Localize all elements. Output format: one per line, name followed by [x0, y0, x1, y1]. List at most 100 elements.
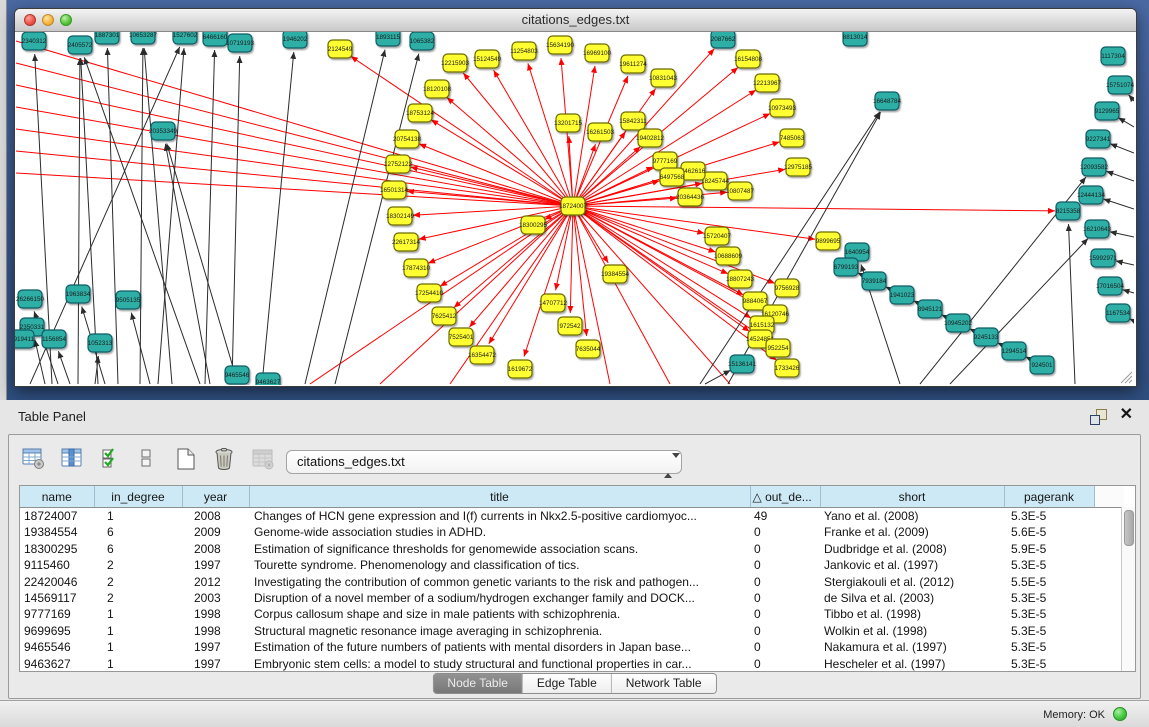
graph-node[interactable]: 15751074	[1106, 76, 1134, 94]
graph-edge[interactable]	[573, 147, 640, 206]
table-cell[interactable]: Disruption of a novel member of a sodium…	[249, 590, 750, 606]
table-cell[interactable]: Estimation of the future numbers of pati…	[249, 639, 750, 655]
table-cell[interactable]: 5.3E-5	[1004, 623, 1094, 639]
table-cell[interactable]: Franke et al. (2009)	[820, 524, 1004, 540]
graph-node[interactable]: 10719193	[226, 34, 255, 52]
table-cell[interactable]: 0	[750, 590, 820, 606]
graph-node[interactable]: 6466160	[203, 32, 228, 46]
graph-node[interactable]: 972542	[558, 317, 582, 335]
graph-node[interactable]: 18302149	[386, 207, 415, 225]
table-cell[interactable]: 0	[750, 623, 820, 639]
float-panel-icon[interactable]	[1090, 409, 1107, 425]
graph-node[interactable]: 2340312	[22, 32, 47, 50]
column-header[interactable]: △ out_de...	[750, 486, 820, 508]
graph-node[interactable]: 7939184	[862, 272, 887, 290]
table-cell[interactable]: 0	[750, 606, 820, 622]
table-cell[interactable]: Wolkin et al. (1998)	[820, 623, 1004, 639]
graph-edge[interactable]	[16, 85, 573, 206]
table-cell[interactable]: 0	[750, 639, 820, 655]
select-rows-button[interactable]	[96, 443, 128, 475]
graph-node[interactable]: 1117304	[1101, 47, 1125, 65]
graph-edge[interactable]	[573, 206, 815, 239]
graph-edge[interactable]	[1129, 95, 1134, 101]
graph-node[interactable]: 9129965	[1095, 102, 1120, 120]
graph-node[interactable]: 2087662	[711, 32, 736, 48]
table-cell[interactable]: 1997	[182, 639, 249, 655]
tab-network-table[interactable]: Network Table	[611, 674, 716, 693]
graph-node[interactable]: 19402812	[636, 129, 665, 147]
graph-node[interactable]: 1733426	[775, 359, 800, 377]
graph-node[interactable]: 15842311	[619, 112, 647, 130]
column-header[interactable]: year	[182, 486, 249, 508]
graph-node[interactable]: 17016504	[1096, 277, 1125, 295]
graph-node[interactable]: 9227341	[1086, 130, 1111, 148]
table-cell[interactable]: 9699695	[20, 623, 94, 639]
graph-node[interactable]: 15136141	[728, 355, 757, 373]
table-cell[interactable]: 5.3E-5	[1004, 606, 1094, 622]
graph-node[interactable]: 10688609	[714, 247, 743, 265]
tab-node-table[interactable]: Node Table	[433, 674, 522, 693]
graph-edge[interactable]	[262, 52, 294, 384]
table-cell[interactable]: 1997	[182, 557, 249, 573]
graph-node[interactable]: 10831043	[649, 69, 678, 87]
graph-node[interactable]: 20754138	[393, 130, 422, 148]
graph-edge[interactable]	[58, 351, 70, 384]
graph-node[interactable]: 1065382	[410, 32, 435, 50]
table-row[interactable]: 1830029562008Estimation of significance …	[20, 541, 1124, 557]
graph-edge[interactable]	[419, 206, 573, 239]
table-cell[interactable]: 1998	[182, 606, 249, 622]
graph-edge[interactable]	[167, 144, 238, 385]
table-cell[interactable]: Changes of HCN gene expression and I(f) …	[249, 508, 750, 525]
table-cell[interactable]: 5.3E-5	[1004, 590, 1094, 606]
table-cell[interactable]: 49	[750, 508, 820, 525]
table-cell[interactable]: 18724007	[20, 508, 94, 525]
graph-edge[interactable]	[16, 151, 573, 206]
table-cell[interactable]: 5.6E-5	[1004, 524, 1094, 540]
table-cell[interactable]: 5.3E-5	[1004, 656, 1094, 672]
graph-node[interactable]: 924501	[1030, 356, 1054, 374]
table-cell[interactable]: 5.3E-5	[1004, 557, 1094, 573]
table-row[interactable]: 911546021997Tourette syndrome. Phenomeno…	[20, 557, 1124, 573]
table-row[interactable]: 2242004622012Investigating the contribut…	[20, 574, 1124, 590]
graph-node[interactable]: 8945121	[918, 300, 943, 318]
table-cell[interactable]: Yano et al. (2008)	[820, 508, 1004, 525]
graph-node[interactable]: 7635044	[576, 340, 601, 358]
graph-edge[interactable]	[705, 370, 731, 384]
table-cell[interactable]: Genome-wide association studies in ADHD.	[249, 524, 750, 540]
window-titlebar[interactable]: citations_edges.txt	[15, 9, 1136, 32]
graph-node[interactable]: 16648784	[873, 92, 902, 110]
column-header[interactable]: in_degree	[94, 486, 182, 508]
table-cell[interactable]: 19384554	[20, 524, 94, 540]
table-row[interactable]: 946554611997Estimation of the future num…	[20, 639, 1124, 655]
graph-node[interactable]: 18724007	[559, 197, 588, 215]
graph-node[interactable]: 10807487	[726, 182, 755, 200]
graph-node[interactable]: 9245133	[974, 328, 999, 346]
table-row[interactable]: 969969511998Structural magnetic resonanc…	[20, 623, 1124, 639]
graph-node[interactable]: 19384554	[601, 265, 630, 283]
graph-node[interactable]: 7525401	[449, 328, 474, 346]
graph-node[interactable]: 16501314	[380, 181, 409, 199]
graph-node[interactable]: 13201715	[554, 114, 583, 132]
graph-node[interactable]: 9756928	[775, 279, 800, 297]
table-cell[interactable]: 2012	[182, 574, 249, 590]
delete-button[interactable]	[209, 443, 241, 475]
graph-edge[interactable]	[144, 48, 172, 384]
table-cell[interactable]: Dudbridge et al. (2008)	[820, 541, 1004, 557]
graph-node[interactable]: 17874310	[402, 259, 431, 277]
graph-node[interactable]: 12213967	[753, 74, 782, 92]
table-cell[interactable]: 0	[750, 524, 820, 540]
table-cell[interactable]: Nakamura et al. (1997)	[820, 639, 1004, 655]
graph-node[interactable]: 18120108	[423, 80, 452, 98]
graph-node[interactable]: 16969100	[583, 44, 612, 62]
table-cell[interactable]: 2008	[182, 508, 249, 525]
graph-node[interactable]: 1941023	[890, 286, 915, 304]
table-cell[interactable]: 22420046	[20, 574, 94, 590]
column-header[interactable]: short	[820, 486, 1004, 508]
table-cell[interactable]: Tourette syndrome. Phenomenology and cla…	[249, 557, 750, 573]
graph-node[interactable]: 1167534	[1106, 304, 1131, 322]
memory-status-indicator[interactable]	[1113, 707, 1127, 721]
graph-edge[interactable]	[1118, 118, 1134, 127]
graph-edge[interactable]	[205, 50, 215, 384]
graph-node[interactable]: 18753124	[406, 104, 435, 122]
graph-node[interactable]: 9777169	[653, 152, 678, 170]
